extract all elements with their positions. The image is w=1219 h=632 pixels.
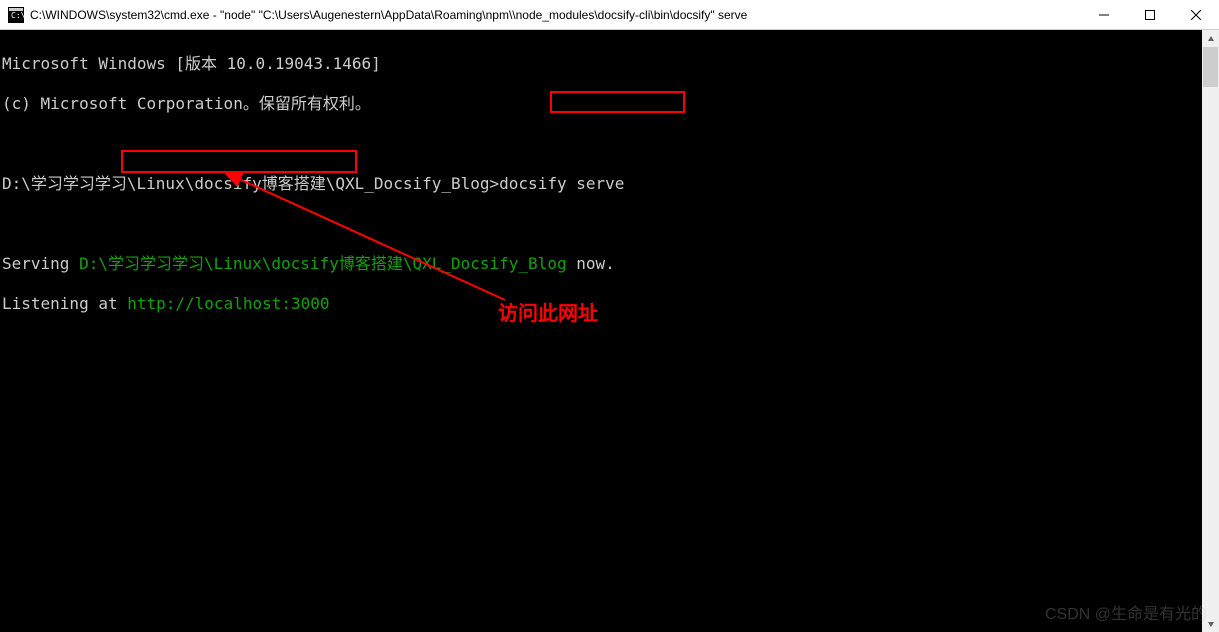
- prompt-path: D:\学习学习学习\Linux\docsify博客搭建\QXL_Docsify_…: [2, 174, 499, 193]
- minimize-button[interactable]: [1081, 0, 1127, 29]
- maximize-button[interactable]: [1127, 0, 1173, 29]
- listening-url: http://localhost:3000: [127, 294, 329, 313]
- window-title: C:\WINDOWS\system32\cmd.exe - "node" "C:…: [30, 8, 1081, 22]
- terminal-output[interactable]: Microsoft Windows [版本 10.0.19043.1466] (…: [0, 30, 1219, 338]
- close-button[interactable]: [1173, 0, 1219, 29]
- listening-prefix: Listening at: [2, 294, 127, 313]
- watermark: CSDN @生命是有光的: [1045, 600, 1207, 624]
- vertical-scrollbar[interactable]: [1202, 30, 1219, 632]
- cmd-icon: C:\: [8, 7, 24, 23]
- version-line: Microsoft Windows [版本 10.0.19043.1466]: [2, 54, 381, 73]
- window-controls: [1081, 0, 1219, 29]
- scrollbar-thumb[interactable]: [1203, 47, 1218, 87]
- serving-path: D:\学习学习学习\Linux\docsify博客搭建\QXL_Docsify_…: [79, 254, 567, 273]
- scrollbar-track[interactable]: [1202, 47, 1219, 615]
- serving-suffix: now.: [567, 254, 615, 273]
- svg-text:C:\: C:\: [11, 11, 24, 20]
- scroll-up-button[interactable]: [1202, 30, 1219, 47]
- window-title-bar: C:\ C:\WINDOWS\system32\cmd.exe - "node"…: [0, 0, 1219, 30]
- typed-command: docsify serve: [499, 174, 624, 193]
- copyright-line: (c) Microsoft Corporation。保留所有权利。: [2, 94, 371, 113]
- serving-prefix: Serving: [2, 254, 79, 273]
